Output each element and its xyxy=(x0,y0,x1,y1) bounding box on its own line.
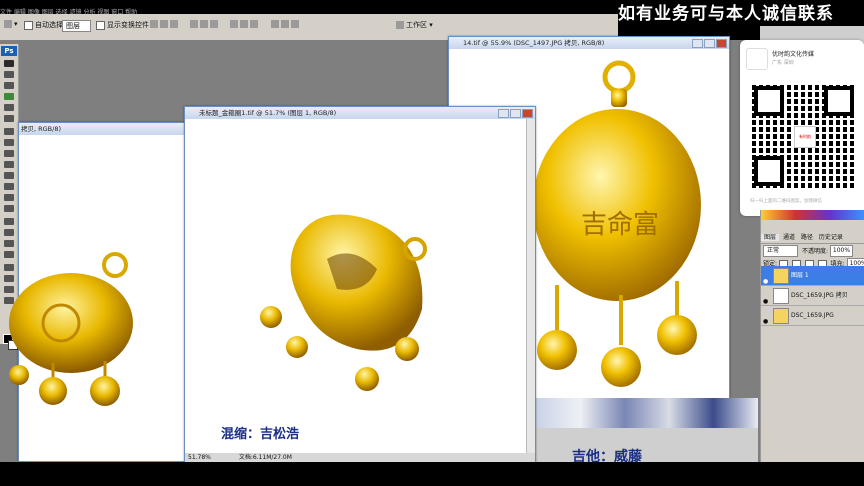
promo-banner: 如有业务可与本人诚信联系 xyxy=(618,4,834,24)
qr-center-logo: 有时韵 xyxy=(794,126,816,148)
layer-row-2[interactable]: ● DSC_1659.JPG 拷贝 xyxy=(761,286,864,306)
ps-logo: Ps xyxy=(1,46,17,56)
eraser-tool-icon[interactable] xyxy=(4,172,14,179)
blend-row: 正常 不透明度: 100% xyxy=(763,245,854,257)
qr-hint: 扫一扫上面的二维码图案，加我微信 xyxy=(750,199,822,204)
svg-text:吉命富: 吉命富 xyxy=(581,210,659,240)
tab-paths[interactable]: 路径 xyxy=(799,234,815,241)
layer-thumbnail xyxy=(773,288,789,304)
eye-icon[interactable]: ● xyxy=(763,312,769,325)
auto-select-value: 图层 xyxy=(62,20,91,32)
move-tool-icon[interactable] xyxy=(4,60,14,67)
swatches-strip xyxy=(761,210,864,220)
distribute-left-icon[interactable] xyxy=(270,20,279,28)
close-button[interactable] xyxy=(716,39,727,48)
type-tool-icon[interactable] xyxy=(4,229,14,236)
blur-tool-icon[interactable] xyxy=(4,194,14,201)
document-title-left: 拷贝, RGB/8) xyxy=(19,123,189,135)
align-middle-icon[interactable] xyxy=(160,20,168,28)
workspace-icon xyxy=(396,21,404,29)
close-button[interactable] xyxy=(522,109,533,118)
distribute-top-icon[interactable] xyxy=(230,20,239,28)
align-top-icon[interactable] xyxy=(150,20,158,28)
align-icons-group[interactable] xyxy=(150,20,301,28)
opacity-field[interactable]: 100% xyxy=(829,245,854,257)
avatar xyxy=(746,48,768,70)
tab-layers[interactable]: 图层 xyxy=(761,234,780,241)
opacity-label: 不透明度: xyxy=(801,247,828,255)
dodge-tool-icon[interactable] xyxy=(4,205,14,212)
layer-name: DSC_1659.JPG xyxy=(791,312,834,319)
align-right-icon[interactable] xyxy=(210,20,219,28)
distribute-middle-icon[interactable] xyxy=(240,20,249,28)
gold-lock-pendant-center xyxy=(260,214,427,391)
texture-strip xyxy=(536,398,758,428)
magic-wand-tool-icon[interactable] xyxy=(4,93,14,100)
clone-stamp-icon[interactable] xyxy=(4,150,14,157)
document-title-center: 未标题_金箍圈1.tif @ 51.7% (图层 1, RGB/8) xyxy=(185,107,535,119)
brush-tool-icon[interactable] xyxy=(4,139,14,146)
gold-lock-pendant-right: 吉命富 xyxy=(533,60,701,387)
gradient-tool-icon[interactable] xyxy=(4,183,14,190)
marquee-tool-icon[interactable] xyxy=(4,71,14,78)
workspace-menu[interactable]: 工作区 ▾ xyxy=(396,20,433,30)
slice-tool-icon[interactable] xyxy=(4,115,14,122)
pen-tool-icon[interactable] xyxy=(4,218,14,225)
status-doc-size: 文档:6.11M/27.0M xyxy=(238,454,292,461)
align-center-icon[interactable] xyxy=(200,20,209,28)
auto-select-label: 自动选择: xyxy=(35,21,66,29)
distribute-center-icon[interactable] xyxy=(280,20,289,28)
minimize-button[interactable] xyxy=(498,109,509,118)
workspace-label: 工作区 ▾ xyxy=(406,21,433,29)
auto-select-dropdown[interactable]: 图层 xyxy=(62,20,91,32)
show-transform-checkbox[interactable]: 显示变换控件 xyxy=(96,20,149,30)
tab-history[interactable]: 历史记录 xyxy=(817,234,845,241)
bottom-black-bar xyxy=(0,462,864,486)
eye-icon[interactable]: ● xyxy=(763,292,769,305)
layers-panel: 图层 通道 路径 历史记录 正常 不透明度: 100% 锁定: 填充: 100%… xyxy=(760,210,864,462)
layer-thumbnail xyxy=(773,308,789,324)
distribute-right-icon[interactable] xyxy=(290,20,299,28)
caption-mixing: 混缩：吉松浩 xyxy=(221,427,300,442)
tab-channels[interactable]: 通道 xyxy=(781,234,797,241)
wechat-qr-card: 优时韵文化传媒 广东 深圳 有时韵 扫一扫上面的二维码图案，加我微信 xyxy=(740,40,864,216)
maximize-button[interactable] xyxy=(510,109,521,118)
qr-code: 有时韵 xyxy=(752,84,856,188)
align-bottom-icon[interactable] xyxy=(170,20,178,28)
layer-name: DSC_1659.JPG 拷贝 xyxy=(791,292,848,299)
lasso-tool-icon[interactable] xyxy=(4,82,14,89)
vertical-scrollbar[interactable] xyxy=(526,119,535,453)
layer-row-3[interactable]: ● DSC_1659.JPG xyxy=(761,306,864,326)
history-brush-icon[interactable] xyxy=(4,161,14,168)
distribute-bottom-icon[interactable] xyxy=(250,20,259,28)
layer-row-1[interactable]: ● 图层 1 xyxy=(761,266,864,286)
gold-lock-pendant-left xyxy=(9,252,133,406)
auto-select-checkbox[interactable]: 自动选择: xyxy=(24,20,65,30)
document-window-center[interactable]: 未标题_金箍圈1.tif @ 51.7% (图层 1, RGB/8) 混缩：吉松… xyxy=(184,106,536,464)
show-transform-label: 显示变换控件 xyxy=(107,21,149,29)
blend-mode-dropdown[interactable]: 正常 xyxy=(763,245,799,257)
layer-name: 图层 1 xyxy=(791,272,809,279)
crop-tool-icon[interactable] xyxy=(4,104,14,111)
layers-panel-tabs: 图层 通道 路径 历史记录 xyxy=(761,232,864,244)
document-window-left[interactable]: 拷贝, RGB/8) xyxy=(9,122,190,462)
minimize-button[interactable] xyxy=(692,39,703,48)
document-title-right: 14.tif @ 55.9% (DSC_1497.JPG 拷贝, RGB/8) xyxy=(449,37,729,49)
layer-thumbnail xyxy=(773,268,789,284)
qr-name: 优时韵文化传媒 xyxy=(772,51,815,58)
align-left-icon[interactable] xyxy=(190,20,199,28)
move-tool-options-icon[interactable]: ▾ xyxy=(4,20,18,28)
qr-location: 广东 深圳 xyxy=(772,60,794,66)
eye-icon[interactable]: ● xyxy=(763,272,769,285)
maximize-button[interactable] xyxy=(704,39,715,48)
healing-brush-icon[interactable] xyxy=(4,128,14,135)
status-zoom[interactable]: 51.78% xyxy=(188,454,211,461)
